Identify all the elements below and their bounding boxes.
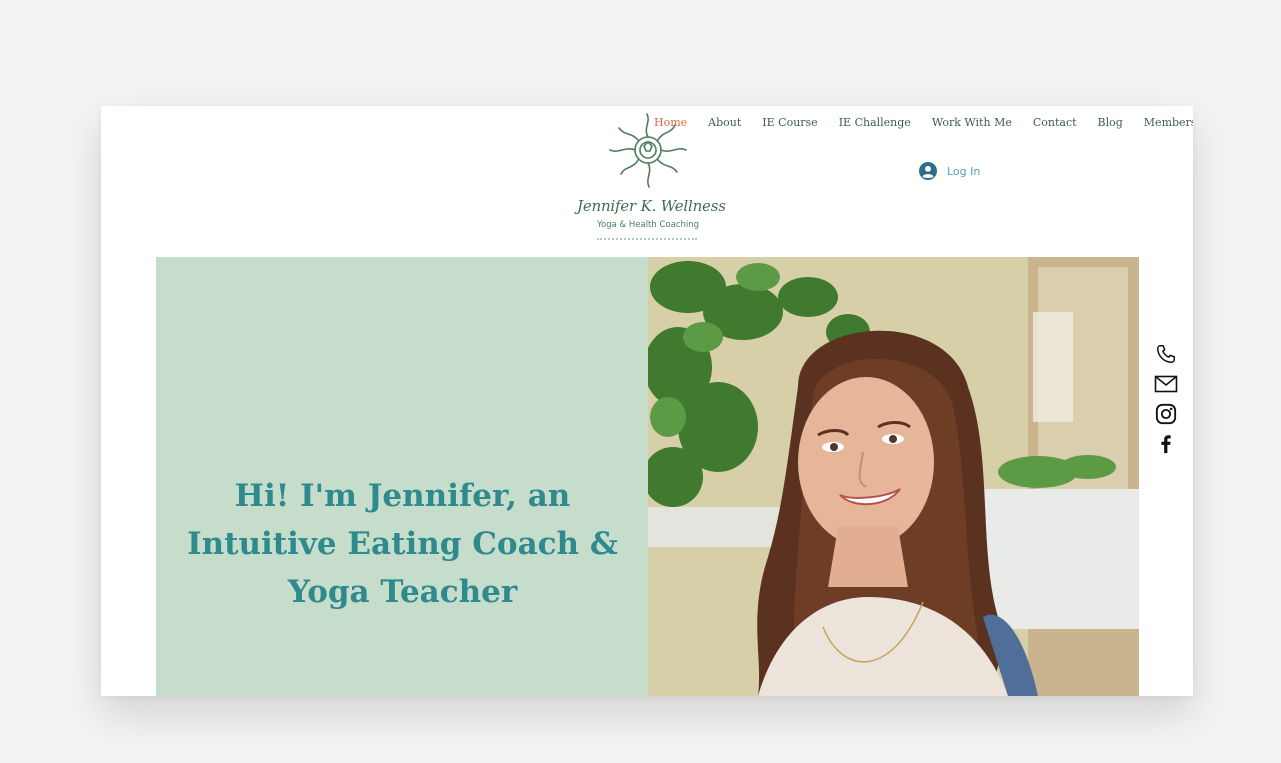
instagram-link[interactable]	[1154, 402, 1178, 426]
mail-icon	[1154, 375, 1178, 393]
nav-item-about[interactable]: About	[708, 116, 741, 132]
nav-item-members[interactable]: Members	[1144, 116, 1193, 132]
logo-divider	[597, 238, 697, 243]
facebook-link[interactable]	[1154, 432, 1178, 456]
facebook-icon	[1161, 435, 1171, 454]
nav-item-contact[interactable]: Contact	[1033, 116, 1077, 132]
email-link[interactable]	[1154, 372, 1178, 396]
nav-item-home[interactable]: Home	[654, 116, 687, 132]
social-links	[1153, 342, 1179, 456]
user-avatar-icon	[919, 162, 937, 180]
hero-text-panel: Hi! I'm Jennifer, an Intuitive Eating Co…	[156, 257, 649, 696]
login-label: Log In	[947, 164, 981, 178]
brand-name: Jennifer K. Wellness	[577, 197, 726, 215]
nav-item-work-with-me[interactable]: Work With Me	[932, 116, 1012, 132]
hero-photo	[648, 257, 1139, 696]
phone-icon	[1157, 345, 1175, 363]
nav-item-blog[interactable]: Blog	[1098, 116, 1123, 132]
login-button[interactable]: Log In	[919, 161, 980, 181]
main-navigation: Home About IE Course IE Challenge Work W…	[654, 116, 1193, 132]
hero-title: Hi! I'm Jennifer, an Intuitive Eating Co…	[187, 478, 618, 610]
screenshot-stage: Jennifer K. Wellness Yoga & Health Coach…	[10, 12, 1265, 757]
phone-link[interactable]	[1154, 342, 1178, 366]
nav-item-ie-challenge[interactable]: IE Challenge	[839, 116, 911, 132]
website-window: Jennifer K. Wellness Yoga & Health Coach…	[101, 106, 1193, 696]
brand-tagline: Yoga & Health Coaching	[596, 220, 700, 230]
nav-item-ie-course[interactable]: IE Course	[762, 116, 817, 132]
portrait-illustration	[648, 257, 1139, 696]
instagram-icon	[1155, 403, 1177, 425]
